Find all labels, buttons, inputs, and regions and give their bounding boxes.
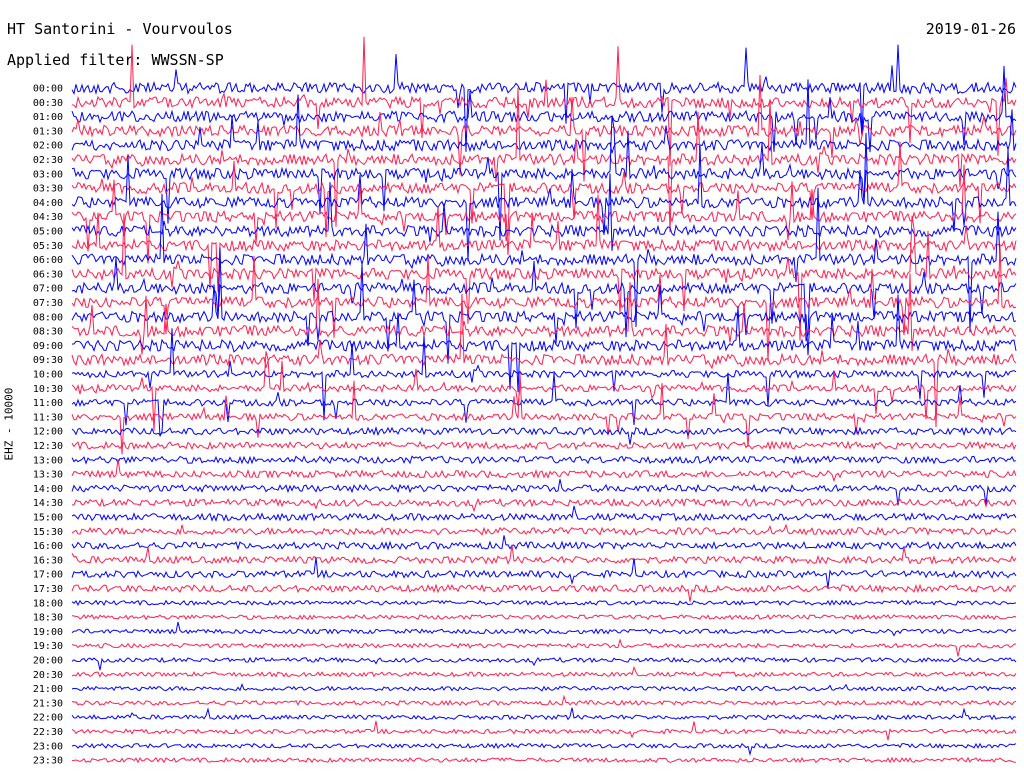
seismic-trace — [71, 720, 1017, 741]
row-time-label: 11:00 — [33, 398, 63, 409]
row-time-label: 02:00 — [33, 141, 63, 152]
seismic-trace — [71, 505, 1017, 522]
row-time-label: 20:00 — [33, 656, 63, 667]
row-time-label: 13:00 — [33, 455, 63, 466]
seismic-trace — [71, 583, 1017, 602]
seismic-trace — [72, 497, 1017, 513]
row-time-label: 12:30 — [33, 441, 63, 452]
seismic-trace — [71, 665, 1017, 678]
row-time-label: 23:30 — [33, 756, 63, 767]
row-time-label: 05:30 — [33, 241, 63, 252]
row-time-label: 17:00 — [33, 570, 63, 581]
row-time-label: 16:30 — [33, 555, 63, 566]
time-tick-layer: 00:00 00:30 01:00 01:30 02:00 02:30 03:00 03:30… — [33, 84, 63, 767]
row-time-label: 15:00 — [33, 513, 63, 524]
row-time-label: 06:30 — [33, 269, 63, 280]
row-time-label: 09:00 — [33, 341, 63, 352]
seismic-trace — [71, 372, 1017, 437]
row-time-label: 07:00 — [33, 284, 63, 295]
row-time-label: 08:30 — [33, 327, 63, 338]
seismic-trace — [71, 459, 1017, 483]
seismic-trace — [71, 621, 1017, 637]
row-time-label: 18:00 — [33, 598, 63, 609]
seismic-trace — [71, 440, 1017, 451]
seismic-trace — [71, 535, 1017, 551]
seismic-trace — [71, 173, 1017, 251]
row-time-label: 08:00 — [33, 312, 63, 323]
row-time-label: 14:30 — [33, 498, 63, 509]
row-time-label: 19:30 — [33, 641, 63, 652]
row-time-label: 00:00 — [33, 84, 63, 95]
row-time-label: 01:00 — [33, 112, 63, 123]
seismic-trace — [71, 372, 1017, 455]
row-time-label: 23:00 — [33, 741, 63, 752]
seismic-trace — [71, 426, 1017, 445]
seismic-trace — [71, 523, 1017, 536]
row-time-label: 01:30 — [33, 126, 63, 137]
row-time-label: 21:30 — [33, 698, 63, 709]
seismic-trace — [71, 87, 1017, 233]
seismic-trace — [71, 65, 1017, 153]
row-time-label: 22:00 — [33, 713, 63, 724]
seismic-trace — [71, 756, 1017, 764]
seismic-trace — [71, 694, 1017, 707]
row-time-label: 10:00 — [33, 370, 63, 381]
seismic-trace — [71, 132, 1017, 262]
seismic-trace — [71, 351, 1017, 431]
trace-layer — [71, 36, 1017, 764]
row-time-label: 17:30 — [33, 584, 63, 595]
seismic-trace — [71, 682, 1017, 692]
row-time-label: 18:30 — [33, 613, 63, 624]
row-time-label: 19:00 — [33, 627, 63, 638]
seismic-trace — [71, 614, 1017, 621]
helicorder-view: HT Santorini - Vourvoulos Applied filter… — [0, 0, 1024, 780]
row-time-label: 15:30 — [33, 527, 63, 538]
row-time-label: 03:30 — [33, 184, 63, 195]
seismic-trace — [71, 194, 1017, 293]
row-time-label: 05:00 — [33, 227, 63, 238]
row-time-label: 10:30 — [33, 384, 63, 395]
seismic-trace — [71, 599, 1017, 607]
row-time-label: 06:00 — [33, 255, 63, 266]
row-time-label: 09:30 — [33, 355, 63, 366]
row-time-label: 20:30 — [33, 670, 63, 681]
row-time-label: 16:00 — [33, 541, 63, 552]
row-time-label: 22:30 — [33, 727, 63, 738]
seismic-trace — [71, 656, 1017, 671]
row-time-label: 04:00 — [33, 198, 63, 209]
row-time-label: 00:30 — [33, 98, 63, 109]
row-time-label: 04:30 — [33, 212, 63, 223]
row-time-label: 07:30 — [33, 298, 63, 309]
row-time-label: 03:00 — [33, 169, 63, 180]
row-time-label: 02:30 — [33, 155, 63, 166]
row-time-label: 11:30 — [33, 412, 63, 423]
row-time-label: 14:00 — [33, 484, 63, 495]
seismic-trace — [71, 455, 1017, 465]
row-time-label: 13:30 — [33, 470, 63, 481]
row-time-label: 12:00 — [33, 427, 63, 438]
seismogram-plot: 00:00 00:30 01:00 01:30 02:00 02:30 03:00 03:30… — [33, 36, 1017, 767]
row-time-label: 21:00 — [33, 684, 63, 695]
seismic-trace — [71, 638, 1017, 657]
seismic-trace — [71, 707, 1017, 721]
seismic-trace — [71, 742, 1017, 757]
seismic-trace — [71, 141, 1017, 242]
